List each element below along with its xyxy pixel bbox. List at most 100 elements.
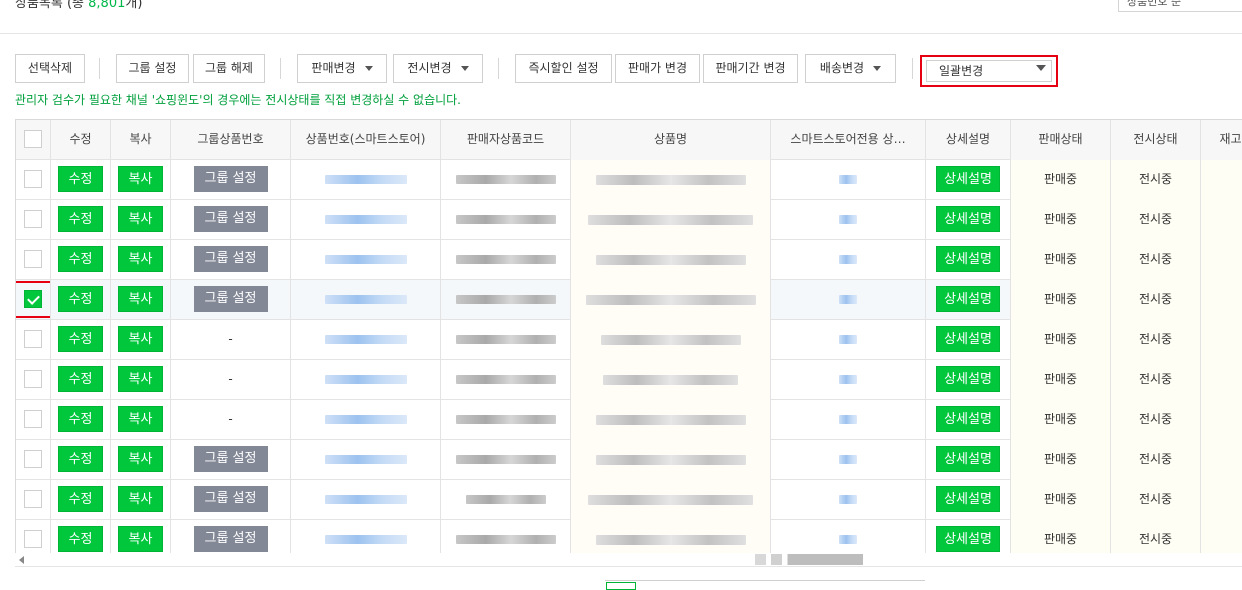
row-checkbox[interactable] <box>24 489 42 508</box>
copy-cell: 복사 <box>111 320 171 360</box>
column-header[interactable]: 판매상태 <box>1011 120 1111 160</box>
group-set-row-button[interactable]: 그룹 설정 <box>193 286 268 312</box>
blurred-product-number[interactable] <box>324 455 407 464</box>
edit-button[interactable]: 수정 <box>57 406 104 432</box>
column-header[interactable]: 상품번호(스마트스토어) <box>291 120 441 160</box>
group-set-row-button[interactable]: 그룹 설정 <box>193 526 268 552</box>
display-change-dropdown[interactable]: 전시변경 <box>393 54 483 83</box>
column-header[interactable]: 판매자상품코드 <box>441 120 571 160</box>
sale-status-cell: 판매중 <box>1011 200 1111 240</box>
row-checkbox[interactable] <box>24 529 42 548</box>
column-header[interactable]: 전시상태 <box>1111 120 1201 160</box>
seller-code-cell <box>441 200 571 240</box>
group-set-row-button[interactable]: 그룹 설정 <box>193 446 268 472</box>
blurred-product-number[interactable] <box>324 415 407 424</box>
caret-down-icon <box>873 66 882 71</box>
edit-button[interactable]: 수정 <box>57 286 104 312</box>
blurred-product-name[interactable] <box>595 254 746 265</box>
row-checkbox[interactable] <box>24 209 42 228</box>
blurred-product-number[interactable] <box>324 495 407 504</box>
blurred-product-name[interactable] <box>588 494 753 505</box>
edit-button[interactable]: 수정 <box>57 526 104 552</box>
current-page[interactable] <box>606 582 636 590</box>
column-header: 상세설명 <box>926 120 1011 160</box>
copy-button[interactable]: 복사 <box>117 366 164 392</box>
edit-button[interactable]: 수정 <box>57 366 104 392</box>
row-checkbox[interactable] <box>24 169 42 188</box>
blurred-product-name[interactable] <box>595 454 746 465</box>
row-checkbox[interactable] <box>24 329 42 348</box>
copy-button[interactable]: 복사 <box>117 526 164 552</box>
sort-select[interactable]: 상품번호 순 <box>1118 0 1242 12</box>
blurred-store-value <box>839 495 857 504</box>
edit-button[interactable]: 수정 <box>57 206 104 232</box>
group-set-row-button[interactable]: 그룹 설정 <box>193 166 268 192</box>
caret-down-icon <box>1036 65 1046 71</box>
group-set-row-button[interactable]: 그룹 설정 <box>193 246 268 272</box>
detail-button[interactable]: 상세설명 <box>936 246 1000 272</box>
column-header[interactable]: 스마트스토어전용 상… <box>771 120 926 160</box>
edit-button[interactable]: 수정 <box>57 326 104 352</box>
price-change-button[interactable]: 판매가 변경 <box>615 54 700 83</box>
copy-button[interactable]: 복사 <box>117 246 164 272</box>
blurred-product-number[interactable] <box>324 255 407 264</box>
group-set-button[interactable]: 그룹 설정 <box>116 54 189 83</box>
caret-down-icon <box>460 66 469 71</box>
blurred-product-number[interactable] <box>324 175 407 184</box>
detail-button[interactable]: 상세설명 <box>936 326 1000 352</box>
detail-button[interactable]: 상세설명 <box>936 286 1000 312</box>
copy-button[interactable]: 복사 <box>117 286 164 312</box>
copy-button[interactable]: 복사 <box>117 486 164 512</box>
detail-button[interactable]: 상세설명 <box>936 206 1000 232</box>
copy-button[interactable]: 복사 <box>117 406 164 432</box>
group-set-row-button[interactable]: 그룹 설정 <box>193 486 268 512</box>
scroll-left-icon[interactable] <box>19 556 24 564</box>
column-header[interactable]: 그룹상품번호 <box>171 120 291 160</box>
blurred-product-name[interactable] <box>588 214 753 225</box>
scrollbar-thumb[interactable] <box>755 554 863 565</box>
period-change-button[interactable]: 판매기간 변경 <box>703 54 798 83</box>
row-checkbox[interactable] <box>24 449 42 468</box>
detail-button[interactable]: 상세설명 <box>936 406 1000 432</box>
detail-button[interactable]: 상세설명 <box>936 166 1000 192</box>
blurred-product-name[interactable] <box>595 414 746 425</box>
sale-change-dropdown[interactable]: 판매변경 <box>297 54 387 83</box>
copy-button[interactable]: 복사 <box>117 206 164 232</box>
blurred-product-name[interactable] <box>585 294 756 305</box>
row-checkbox[interactable] <box>24 289 42 308</box>
shipping-change-dropdown[interactable]: 배송변경 <box>805 54 896 83</box>
horizontal-scrollbar[interactable] <box>15 553 1242 567</box>
edit-button[interactable]: 수정 <box>57 246 104 272</box>
column-header[interactable]: 재고 <box>1201 120 1242 160</box>
copy-button[interactable]: 복사 <box>117 446 164 472</box>
blurred-product-name[interactable] <box>595 174 746 185</box>
blurred-seller-code <box>455 335 556 344</box>
blurred-product-name[interactable] <box>595 534 746 545</box>
group-unset-button[interactable]: 그룹 해제 <box>193 54 265 83</box>
blurred-product-number[interactable] <box>324 215 407 224</box>
edit-button[interactable]: 수정 <box>57 166 104 192</box>
instant-discount-button[interactable]: 즉시할인 설정 <box>515 54 612 83</box>
edit-button[interactable]: 수정 <box>57 486 104 512</box>
blurred-product-number[interactable] <box>324 335 407 344</box>
blurred-product-number[interactable] <box>324 295 407 304</box>
copy-button[interactable]: 복사 <box>117 166 164 192</box>
edit-button[interactable]: 수정 <box>57 446 104 472</box>
group-set-row-button[interactable]: 그룹 설정 <box>193 206 268 232</box>
select-all-checkbox[interactable] <box>24 129 42 148</box>
detail-button[interactable]: 상세설명 <box>936 366 1000 392</box>
blurred-product-number[interactable] <box>324 375 407 384</box>
row-checkbox[interactable] <box>24 409 42 428</box>
blurred-product-number[interactable] <box>324 535 407 544</box>
column-header[interactable]: 상품명 <box>571 120 771 160</box>
row-checkbox[interactable] <box>24 249 42 268</box>
detail-button[interactable]: 상세설명 <box>936 446 1000 472</box>
bulk-change-dropdown[interactable]: 일괄변경 <box>926 60 1052 82</box>
detail-button[interactable]: 상세설명 <box>936 486 1000 512</box>
blurred-product-name[interactable] <box>600 334 741 345</box>
detail-button[interactable]: 상세설명 <box>936 526 1000 552</box>
blurred-product-name[interactable] <box>603 374 738 385</box>
copy-button[interactable]: 복사 <box>117 326 164 352</box>
delete-selected-button[interactable]: 선택삭제 <box>15 54 85 83</box>
row-checkbox[interactable] <box>24 369 42 388</box>
